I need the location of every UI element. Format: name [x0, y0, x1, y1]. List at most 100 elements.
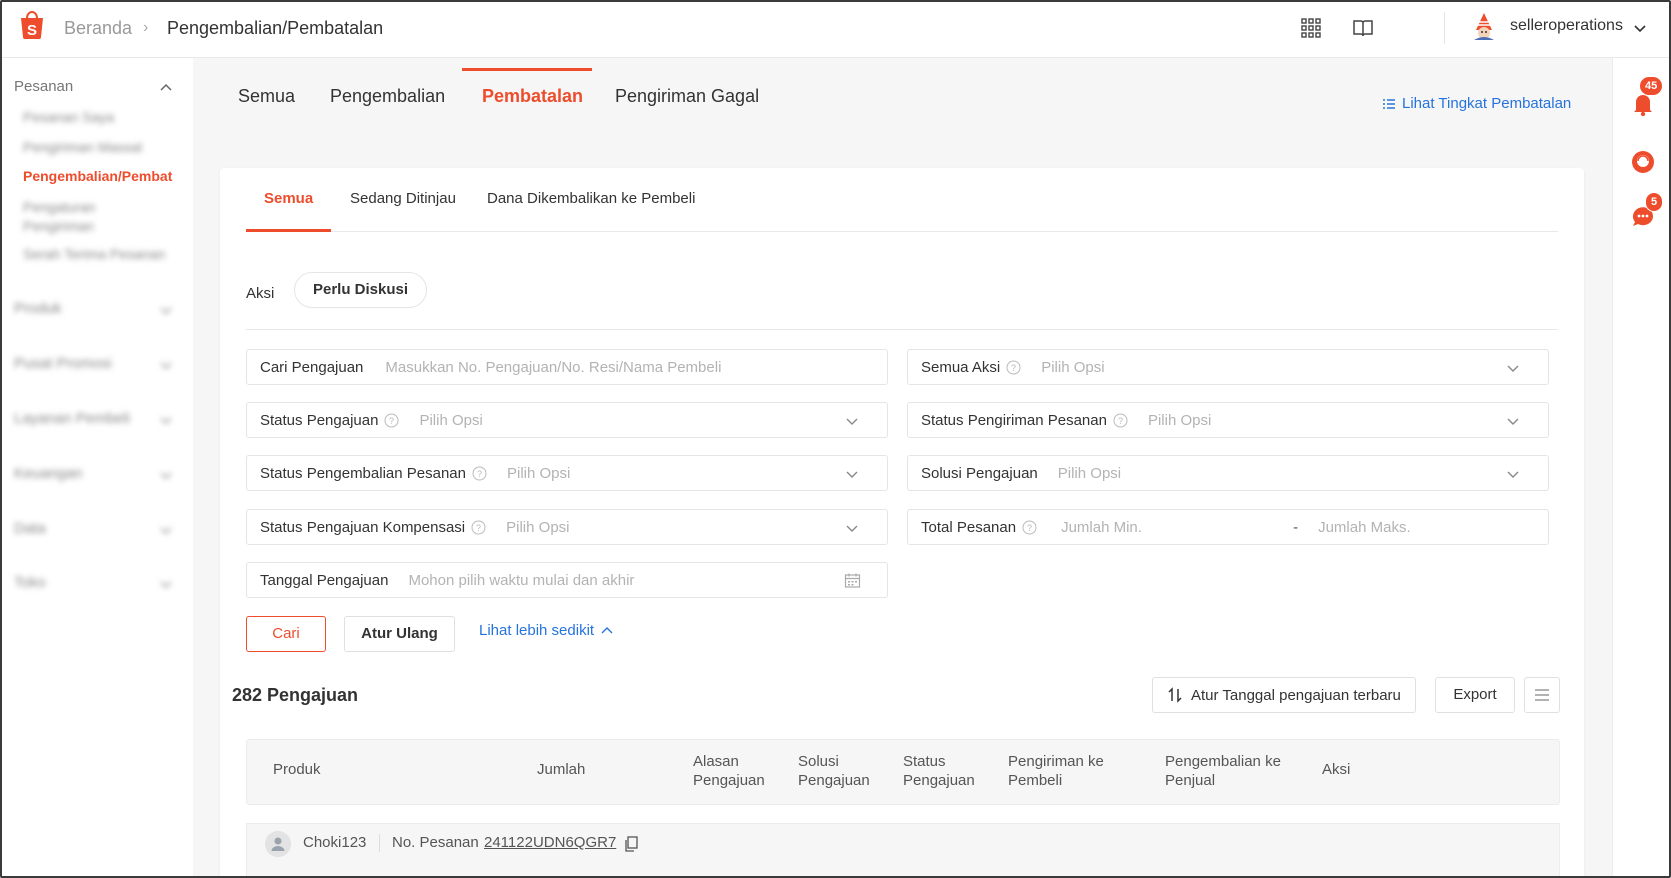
breadcrumb-home-link[interactable]: Beranda — [64, 18, 132, 39]
see-less-label: Lihat lebih sedikit — [479, 622, 595, 639]
sidebar-section-finance[interactable]: Keuangan — [14, 465, 82, 482]
list-icon — [1383, 98, 1395, 109]
chevron-down-icon[interactable] — [845, 521, 859, 535]
order-total-max-input[interactable] — [1318, 518, 1519, 536]
order-number-label: No. Pesanan — [392, 834, 479, 851]
search-request-input[interactable] — [385, 358, 866, 376]
chevron-down-icon[interactable] — [845, 414, 859, 428]
tab-failed-delivery[interactable]: Pengiriman Gagal — [615, 86, 759, 107]
search-request-field[interactable]: Cari Pengajuan — [246, 349, 888, 385]
calendar-icon[interactable] — [844, 572, 861, 589]
search-button[interactable]: Cari — [246, 616, 326, 652]
shipping-status-select[interactable]: Status Pengiriman Pesanan ? Pilih Opsi — [907, 402, 1549, 438]
all-actions-select[interactable]: Semua Aksi ? Pilih Opsi — [907, 349, 1549, 385]
all-actions-placeholder: Pilih Opsi — [1041, 358, 1105, 376]
order-number-link[interactable]: 241122UDN6QGR7 — [484, 834, 616, 851]
sidebar-section-promotions[interactable]: Pusat Promosi — [14, 355, 112, 372]
shopee-logo-icon[interactable]: S — [16, 8, 48, 40]
col-reason: Alasan Pengajuan — [693, 753, 765, 789]
chevron-down-icon[interactable] — [160, 469, 172, 481]
subtab-all[interactable]: Semua — [264, 190, 313, 207]
request-count: 282 Pengajuan — [232, 685, 359, 705]
help-icon[interactable]: ? — [1113, 413, 1128, 428]
order-total-label: Total Pesanan — [921, 518, 1017, 536]
sidebar-item-shipping-settings[interactable]: Pengaturan Pengiriman — [23, 198, 133, 236]
chevron-down-icon[interactable] — [160, 578, 172, 590]
chevron-up-icon[interactable] — [160, 82, 172, 94]
solution-select[interactable]: Solusi Pengajuan Pilih Opsi — [907, 455, 1549, 491]
help-icon[interactable]: ? — [472, 466, 487, 481]
tab-all[interactable]: Semua — [238, 86, 295, 107]
breadcrumb-current: Pengembalian/Pembatalan — [167, 18, 384, 38]
view-cancellation-rate-link[interactable]: Lihat Tingkat Pembatalan — [1382, 95, 1571, 112]
user-avatar[interactable] — [1468, 10, 1500, 42]
col-action: Aksi — [1322, 761, 1351, 778]
column-settings-button[interactable] — [1524, 677, 1560, 713]
sub-tabs: Semua Sedang Ditinjau Dana Dikembalikan … — [246, 168, 1558, 232]
help-icon[interactable]: ? — [471, 520, 486, 535]
request-date-label: Tanggal Pengajuan — [260, 571, 389, 589]
svg-text:?: ? — [1027, 523, 1032, 533]
tab-returns[interactable]: Pengembalian — [330, 86, 445, 107]
sort-icon — [1168, 687, 1182, 703]
sidebar-section-customer-service[interactable]: Layanan Pembeli — [14, 410, 130, 427]
export-button[interactable]: Export — [1435, 677, 1515, 713]
chevron-down-icon[interactable] — [160, 359, 172, 371]
svg-text:?: ? — [389, 416, 394, 426]
book-icon[interactable] — [1352, 17, 1374, 39]
sidebar-item-my-orders[interactable]: Pesanan Saya — [23, 109, 114, 125]
sort-button[interactable]: Atur Tanggal pengajuan terbaru — [1152, 677, 1416, 713]
app-window: S Beranda › Pengembalian/Pembatalan sell… — [0, 0, 1671, 878]
reset-button[interactable]: Atur Ulang — [344, 616, 455, 652]
sidebar-item-returns-cancellations[interactable]: Pengembalian/Pembat — [23, 168, 172, 184]
notification-count-badge: 45 — [1639, 76, 1664, 96]
help-icon[interactable]: ? — [1006, 360, 1021, 375]
breadcrumb-separator-icon: › — [143, 19, 149, 36]
chevron-down-icon[interactable] — [1506, 467, 1520, 481]
chevron-down-icon[interactable] — [1506, 361, 1520, 375]
sidebar-section-products[interactable]: Produk — [14, 300, 62, 317]
compensation-status-select[interactable]: Status Pengajuan Kompensasi ? Pilih Opsi — [246, 509, 888, 545]
help-icon[interactable]: ? — [384, 413, 399, 428]
order-total-range: Total Pesanan ? - — [907, 509, 1549, 545]
chevron-down-icon[interactable] — [1506, 414, 1520, 428]
sidebar-item-mass-ship[interactable]: Pengiriman Massal — [23, 139, 142, 155]
view-cancellation-rate-label: Lihat Tingkat Pembatalan — [1402, 95, 1572, 112]
sidebar-section-data[interactable]: Data — [14, 520, 46, 537]
chevron-down-icon[interactable] — [1632, 20, 1648, 36]
needs-discussion-pill[interactable]: Perlu Diskusi — [294, 272, 428, 308]
buyer-name[interactable]: Choki123 — [303, 834, 366, 851]
chevron-down-icon[interactable] — [160, 414, 172, 426]
svg-text:?: ? — [1118, 416, 1123, 426]
solution-placeholder: Pilih Opsi — [1057, 464, 1122, 482]
return-status-select[interactable]: Status Pengembalian Pesanan ? Pilih Opsi — [246, 455, 888, 491]
range-separator: - — [1293, 518, 1299, 536]
copy-icon[interactable] — [624, 836, 638, 852]
buyer-avatar-icon — [265, 831, 291, 857]
help-icon[interactable]: ? — [1022, 520, 1037, 535]
chevron-down-icon[interactable] — [160, 304, 172, 316]
col-status: Status Pengajuan — [903, 753, 975, 789]
svg-text:?: ? — [476, 523, 481, 533]
sidebar-item-handover[interactable]: Serah Terima Pesanan — [23, 246, 165, 262]
col-ship-to-buyer: Pengiriman ke Pembeli — [1008, 753, 1104, 789]
sidebar-section-shop[interactable]: Toko — [14, 574, 46, 591]
chevron-down-icon[interactable] — [845, 467, 859, 481]
request-status-label: Status Pengajuan — [260, 411, 379, 429]
request-status-select[interactable]: Status Pengajuan ? Pilih Opsi — [246, 402, 888, 438]
request-date-picker[interactable]: Tanggal Pengajuan Mohon pilih waktu mula… — [246, 562, 888, 598]
tab-cancellations[interactable]: Pembatalan — [482, 86, 583, 107]
sidebar: Pesanan Pesanan Saya Pengiriman Massal P… — [2, 58, 193, 876]
support-headset-icon[interactable] — [1629, 148, 1657, 176]
sidebar-section-orders[interactable]: Pesanan — [14, 78, 73, 95]
subtab-refunded[interactable]: Dana Dikembalikan ke Pembeli — [487, 190, 695, 207]
order-total-min-input[interactable] — [1061, 518, 1292, 536]
chevron-up-icon — [601, 626, 613, 633]
apps-grid-icon[interactable] — [1300, 17, 1322, 39]
user-name[interactable]: selleroperations — [1510, 17, 1623, 35]
table-header: Produk Jumlah Alasan Pengajuan Solusi Pe… — [246, 739, 1560, 805]
chevron-down-icon[interactable] — [160, 524, 172, 536]
action-filter-row: Aksi Perlu Diskusi — [246, 272, 1558, 330]
see-less-link[interactable]: Lihat lebih sedikit — [479, 622, 614, 639]
subtab-under-review[interactable]: Sedang Ditinjau — [350, 190, 456, 207]
